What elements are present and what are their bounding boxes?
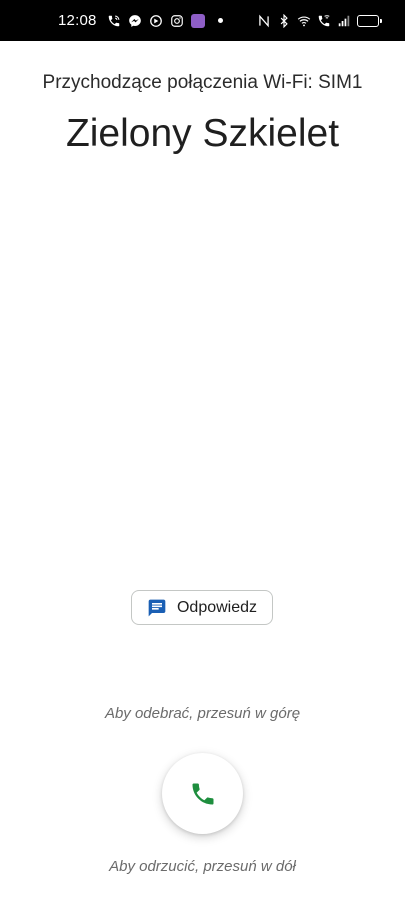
- swipe-up-hint: Aby odebrać, przesuń w górę: [104, 705, 301, 722]
- nfc-icon: [257, 14, 271, 28]
- app-badge-icon: [190, 13, 205, 28]
- wifi-call-icon: [107, 14, 121, 28]
- answer-call-button[interactable]: [162, 753, 243, 834]
- viber-icon: [149, 14, 163, 28]
- notification-dot: [217, 18, 223, 23]
- status-bar: 12:08: [0, 0, 405, 41]
- status-left: 12:08: [58, 12, 223, 29]
- battery-icon: [357, 14, 382, 27]
- instagram-icon: [170, 14, 184, 28]
- wifi-calling-icon: [317, 14, 331, 28]
- swipe-down-hint: Aby odrzucić, przesuń w dół: [109, 858, 296, 875]
- messenger-icon: [128, 14, 142, 28]
- phone-icon: [189, 780, 217, 808]
- call-type-label: Przychodzące połączenia Wi-Fi: SIM1: [42, 72, 363, 93]
- reply-label: Odpowiedz: [176, 598, 258, 616]
- status-right: [257, 13, 382, 28]
- signal-icon: [337, 14, 351, 28]
- caller-name: Zielony Szkielet: [65, 112, 340, 155]
- clock: 12:08: [58, 12, 97, 29]
- message-icon: [147, 598, 167, 618]
- bluetooth-icon: [277, 13, 291, 28]
- reply-button[interactable]: Odpowiedz: [131, 590, 273, 625]
- wifi-icon: [297, 14, 311, 28]
